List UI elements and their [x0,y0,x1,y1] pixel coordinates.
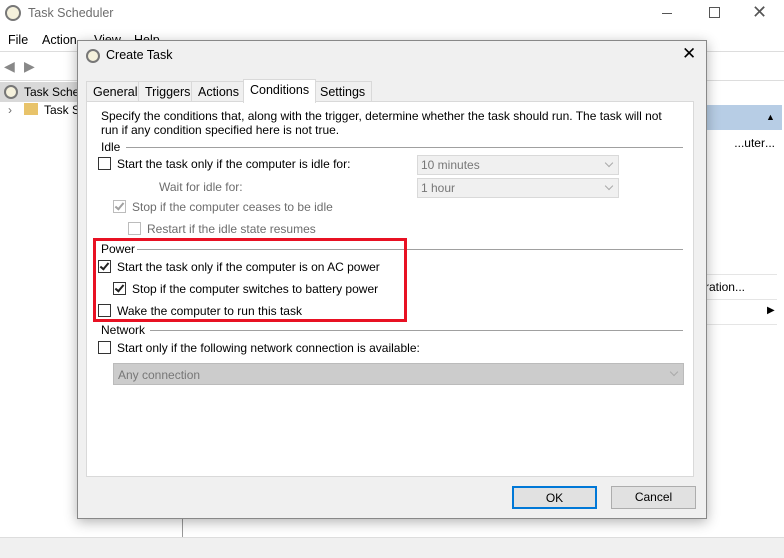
dialog-title: Create Task [106,48,173,62]
clock-icon [5,5,21,21]
menu-action[interactable]: Action [42,33,77,47]
clock-icon [86,49,100,63]
forward-icon[interactable]: ▶ [24,58,35,75]
maximize-button[interactable] [709,7,720,18]
divider [705,299,777,300]
minimize-button[interactable] [662,13,672,14]
tab-panel [86,101,694,477]
close-button[interactable]: ✕ [752,2,767,23]
divider [705,324,777,325]
clock-icon [4,85,18,99]
tab-triggers[interactable]: Triggers [138,81,198,102]
menu-file[interactable]: File [8,33,28,47]
divider [182,519,183,537]
back-icon[interactable]: ◀ [4,58,15,75]
dialog-close-button[interactable]: ✕ [682,44,696,64]
submenu-arrow-icon: ▶ [767,305,775,316]
folder-icon [24,103,38,115]
collapse-icon[interactable]: ▲ [766,112,775,122]
right-item[interactable]: ...uter... [700,136,775,150]
expand-icon[interactable]: › [8,103,12,117]
main-title: Task Scheduler [28,6,114,20]
tab-settings[interactable]: Settings [313,81,373,102]
tree-label-library: Task Scheduler Library [44,103,77,117]
tab-conditions[interactable]: Conditions [243,79,317,103]
divider [705,274,777,275]
tree-label-root: Task Scheduler (Local) [24,85,77,99]
tab-actions[interactable]: Actions [191,81,246,102]
tab-general[interactable]: General [86,81,145,102]
status-bar [0,537,784,558]
